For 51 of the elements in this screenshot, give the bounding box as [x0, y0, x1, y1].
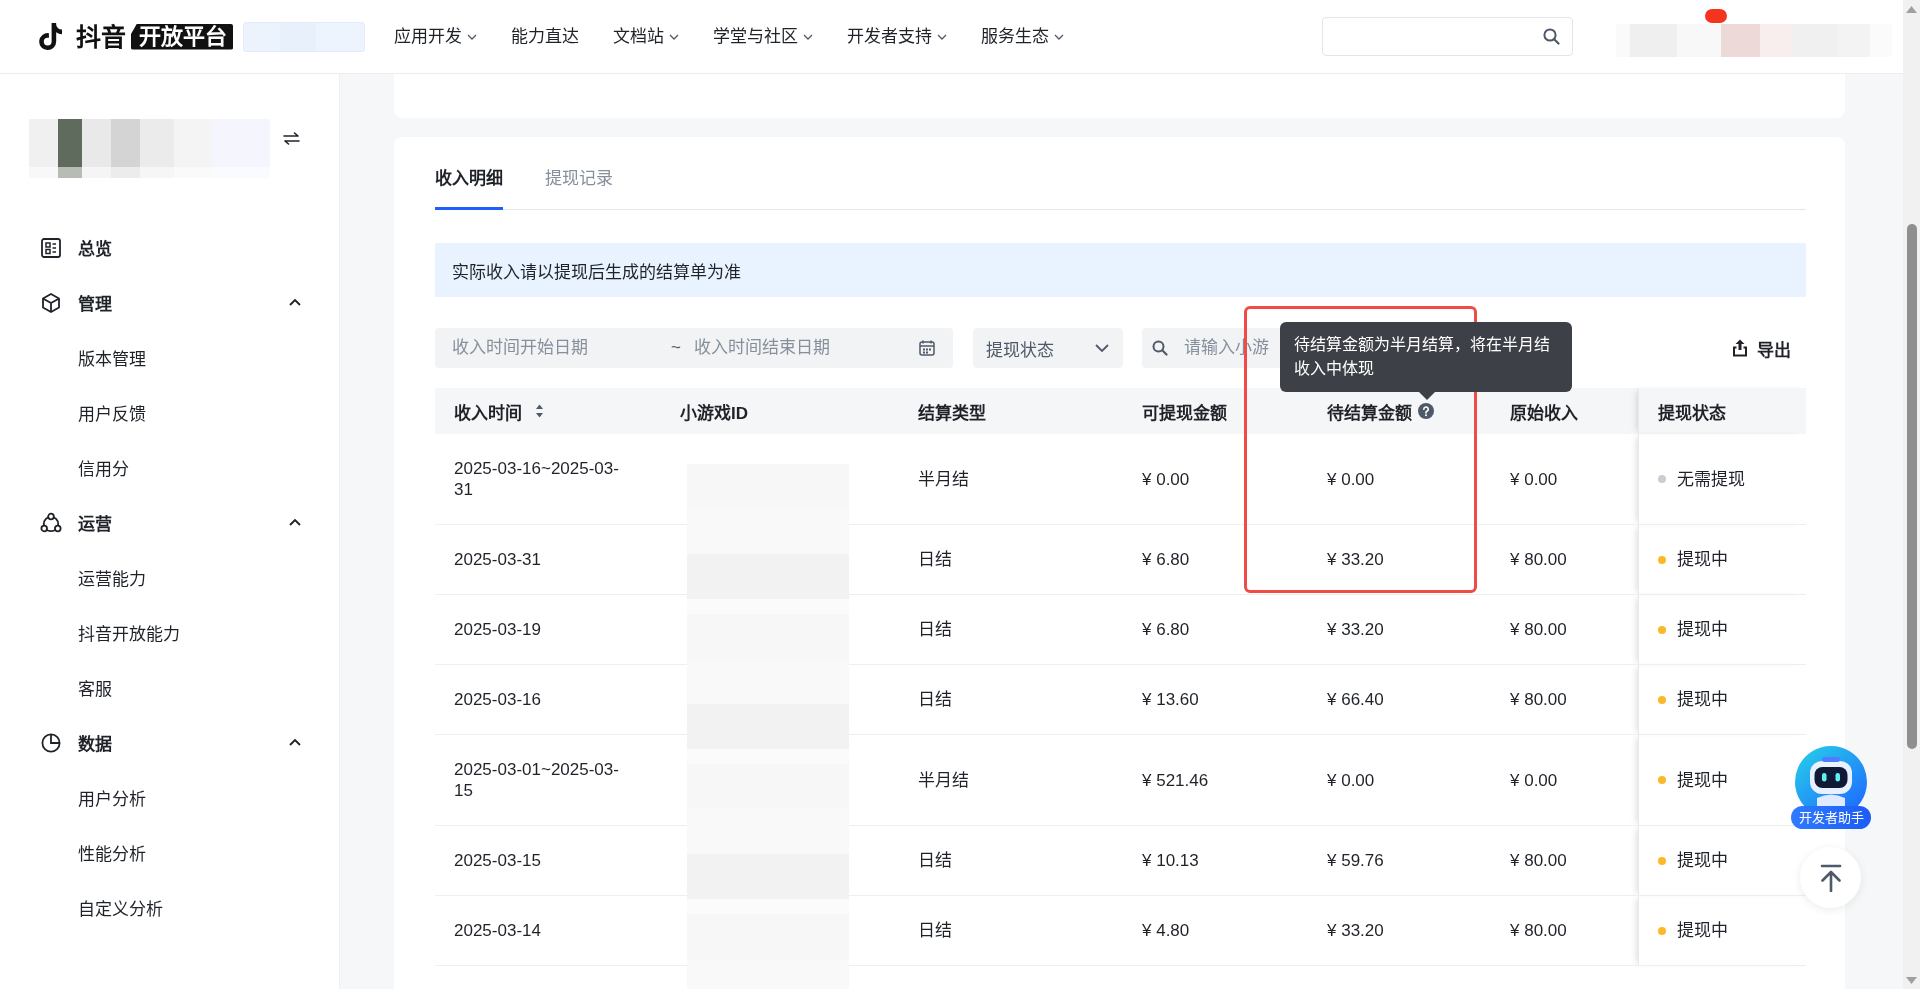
table-cell: ¥ 0.00 [1491, 734, 1638, 826]
table-cell: ¥ 6.80 [1123, 524, 1308, 595]
table-cell: ¥ 66.40 [1308, 664, 1491, 735]
table-cell: 日结 [899, 825, 1123, 896]
table-cell: 2025-03-19 [435, 594, 661, 665]
table-cell: 2025-03-16~2025-03-31 [435, 434, 661, 525]
table-cell: ¥ 80.00 [1491, 594, 1638, 665]
table-cell: ¥ 10.13 [1123, 825, 1308, 896]
status-label: 提现中 [1676, 689, 1728, 710]
table-cell: 日结 [899, 664, 1123, 735]
table-cell: ¥ 80.00 [1491, 524, 1638, 595]
column-header: 提现状态 [1657, 403, 1726, 423]
column-header: 结算类型 [918, 403, 986, 423]
column-header: 可提现金额 [1142, 403, 1227, 423]
table-cell: ¥ 6.80 [1123, 594, 1308, 665]
table-cell: ¥ 0.00 [1308, 434, 1491, 525]
notice-banner: 实际收入请以提现后生成的结算单为准 [435, 243, 1806, 297]
table-cell: 2025-03-16 [435, 664, 661, 735]
status-label: 提现中 [1676, 850, 1728, 871]
table-cell: ¥ 80.00 [1491, 895, 1638, 966]
table-cell: ¥ 13.60 [1123, 664, 1308, 735]
table-cell: ¥ 521.46 [1123, 734, 1308, 826]
table-cell: 半月结 [899, 734, 1123, 826]
table-cell: 2025-03-01~2025-03-15 [435, 734, 661, 826]
status-label: 提现中 [1676, 549, 1728, 570]
status-label: 提现中 [1676, 619, 1728, 640]
table-cell: ¥ 33.20 [1308, 594, 1491, 665]
table-cell: 2025-03-15 [435, 825, 661, 896]
status-label: 提现中 [1676, 769, 1728, 791]
table-cell: ¥ 59.76 [1308, 825, 1491, 896]
table-cell: ¥ 80.00 [1491, 664, 1638, 735]
column-header: 小游戏ID [680, 403, 748, 423]
table-cell: 半月结 [899, 434, 1123, 525]
table-cell: ¥ 0.00 [1123, 434, 1308, 525]
table-cell: 日结 [899, 594, 1123, 665]
table-cell: 日结 [899, 895, 1123, 966]
column-header: 原始收入 [1510, 403, 1578, 423]
range-separator: ~ [671, 338, 681, 358]
table-cell: ¥ 0.00 [1491, 434, 1638, 525]
table-cell: ¥ 0.00 [1308, 734, 1491, 826]
status-label: 无需提现 [1676, 468, 1745, 490]
table-cell: ¥ 33.20 [1308, 895, 1491, 966]
table-cell: 2025-03-31 [435, 524, 661, 595]
status-label: 提现中 [1676, 920, 1728, 941]
table-cell: ¥ 4.80 [1123, 895, 1308, 966]
table-cell: 2025-03-14 [435, 895, 661, 966]
column-header: 收入时间 [454, 403, 522, 423]
table-cell: ¥ 80.00 [1491, 825, 1638, 896]
column-header: 待结算金额 [1327, 403, 1412, 423]
table-cell: 日结 [899, 524, 1123, 595]
table-cell: ¥ 33.20 [1308, 524, 1491, 595]
